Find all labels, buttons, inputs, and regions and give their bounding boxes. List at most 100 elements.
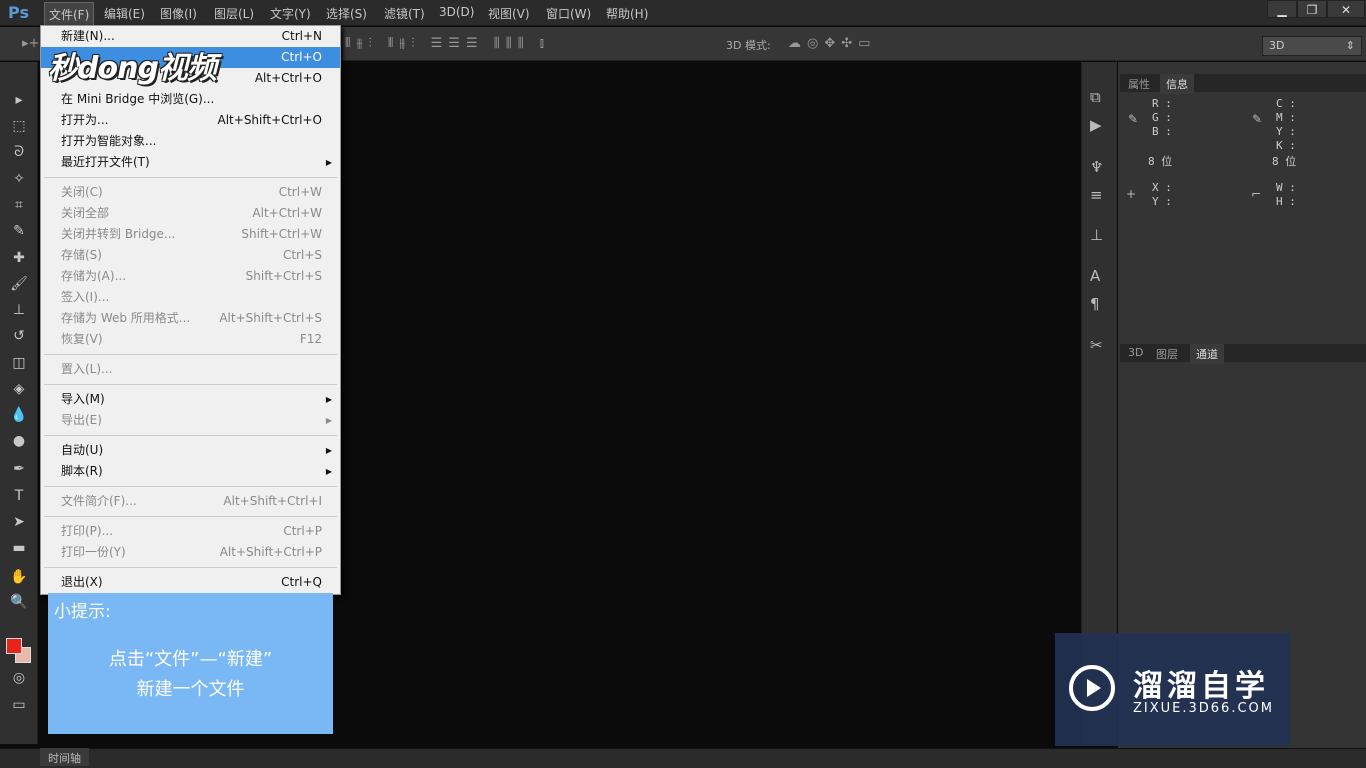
tip-line1: 点击“文件”—“新建”: [108, 649, 273, 670]
menu-item-label: 打印(P)...: [61, 524, 114, 538]
marquee-tool-icon[interactable]: ⬚: [9, 118, 29, 134]
info-tabbar: 属性 信息: [1120, 74, 1366, 94]
menu-item-shortcut: Ctrl+O: [281, 50, 322, 64]
file-menu-item[interactable]: 打印一份(Y) Alt+Shift+Ctrl+P: [41, 542, 340, 563]
menu-10[interactable]: 帮助(H): [602, 5, 652, 22]
blur-tool-icon[interactable]: 💧: [9, 407, 29, 423]
file-menu-item[interactable]: 文件简介(F)... Alt+Shift+Ctrl+I: [41, 491, 340, 512]
file-menu-item[interactable]: 打印(P)... Ctrl+P: [41, 521, 340, 542]
tab-info[interactable]: 信息: [1160, 74, 1194, 94]
timeline-tab[interactable]: 时间轴: [40, 748, 89, 766]
menu-separator: [41, 563, 340, 572]
menu-item-label: 自动(U): [61, 443, 104, 457]
3d-mode-icons[interactable]: ☁◎✥✣▭: [788, 36, 876, 51]
character-icon[interactable]: A: [1090, 267, 1100, 285]
clone-source-icon[interactable]: ⊥: [1090, 226, 1103, 244]
rectangle-tool-icon[interactable]: ▬: [9, 540, 29, 556]
quick-mask-icon[interactable]: ◎: [9, 670, 29, 686]
file-menu-item[interactable]: 恢复(V) F12: [41, 329, 340, 350]
file-menu-item[interactable]: 在 Mini Bridge 中浏览(G)...: [41, 89, 340, 110]
info-m: M :: [1276, 111, 1296, 124]
menu-1[interactable]: 编辑(E): [100, 5, 149, 22]
file-menu-item[interactable]: 导出(E) ▶: [41, 410, 340, 431]
move-tool-icon[interactable]: ▸: [9, 92, 29, 108]
info-w: W :: [1276, 181, 1296, 194]
menu-item-label: 最近打开文件(T): [61, 155, 150, 169]
workspace-select[interactable]: 3D ⇕: [1262, 36, 1362, 56]
healing-brush-icon[interactable]: ✚: [9, 250, 29, 266]
menu-3[interactable]: 图层(L): [210, 5, 258, 22]
file-menu-item[interactable]: 关闭(C) Ctrl+W: [41, 182, 340, 203]
file-menu-item[interactable]: 关闭并转到 Bridge... Shift+Ctrl+W: [41, 224, 340, 245]
file-menu-item[interactable]: 置入(L)...: [41, 359, 340, 380]
file-menu-item[interactable]: 存储为(A)... Shift+Ctrl+S: [41, 266, 340, 287]
file-menu-item[interactable]: 打开为... Alt+Shift+Ctrl+O: [41, 110, 340, 131]
file-menu-item[interactable]: 导入(M) ▶: [41, 389, 340, 410]
eyedropper-tool-icon[interactable]: ✎: [9, 223, 29, 239]
move-tool-icon[interactable]: ▸+: [22, 36, 39, 51]
info-k: K :: [1276, 139, 1296, 152]
eraser-tool-icon[interactable]: ◫: [9, 355, 29, 371]
magic-wand-icon[interactable]: ✧: [9, 171, 29, 187]
actions-play-icon[interactable]: ▶: [1090, 116, 1102, 134]
tools-preset-icon[interactable]: ✂: [1090, 336, 1103, 354]
file-menu-item[interactable]: 存储为 Web 所用格式... Alt+Shift+Ctrl+S: [41, 308, 340, 329]
tab-channels[interactable]: 通道: [1190, 344, 1224, 364]
menu-9[interactable]: 窗口(W): [542, 5, 595, 22]
paragraph-icon[interactable]: ¶: [1090, 295, 1100, 313]
hand-tool-icon[interactable]: ✋: [9, 569, 29, 585]
file-menu-item[interactable]: 签入(I)...: [41, 287, 340, 308]
menu-0[interactable]: 文件(F): [44, 2, 95, 27]
file-menu-item[interactable]: 关闭全部 Alt+Ctrl+W: [41, 203, 340, 224]
bits-left: 8 位: [1148, 155, 1173, 168]
close-button[interactable]: ✕: [1327, 0, 1365, 18]
brush-presets-icon[interactable]: ≡: [1090, 186, 1103, 204]
file-menu-item[interactable]: 脚本(R) ▶: [41, 461, 340, 482]
dodge-tool-icon[interactable]: ●: [9, 433, 29, 449]
menu-4[interactable]: 文字(Y): [266, 5, 315, 22]
watermark-name: 溜溜自学: [1133, 669, 1269, 704]
watermark-url: ZIXUE.3D66.COM: [1133, 701, 1274, 716]
minimize-button[interactable]: ▁: [1267, 0, 1297, 18]
submenu-arrow-icon: ▶: [325, 158, 332, 167]
menu-7[interactable]: 3D(D): [435, 5, 478, 19]
restore-button[interactable]: ❐: [1297, 0, 1327, 18]
type-tool-icon[interactable]: T: [9, 488, 29, 504]
pen-tool-icon[interactable]: ✒: [9, 461, 29, 477]
file-menu-item[interactable]: 自动(U) ▶: [41, 440, 340, 461]
menu-item-label: 签入(I)...: [61, 290, 110, 304]
file-menu-item[interactable]: 存储(S) Ctrl+S: [41, 245, 340, 266]
file-menu-item[interactable]: 最近打开文件(T) ▶: [41, 152, 340, 173]
tab-3d[interactable]: 3D: [1122, 344, 1149, 361]
info-r: R :: [1152, 97, 1172, 110]
screen-mode-icon[interactable]: ▭: [9, 697, 29, 713]
menu-item-label: 新建(N)...: [61, 29, 115, 43]
bucket-tool-icon[interactable]: ◈: [9, 381, 29, 397]
info-b: B :: [1152, 125, 1172, 138]
tab-properties[interactable]: 属性: [1122, 74, 1156, 94]
lasso-tool-icon[interactable]: ᘐ: [9, 144, 29, 160]
menu-5[interactable]: 选择(S): [322, 5, 371, 22]
menu-item-shortcut: Shift+Ctrl+S: [245, 269, 322, 283]
file-menu-item[interactable]: 退出(X) Ctrl+Q: [41, 572, 340, 593]
menu-item-label: 文件简介(F)...: [61, 494, 137, 508]
menu-item-label: 存储为 Web 所用格式...: [61, 311, 191, 325]
history-brush-icon[interactable]: ↺: [9, 328, 29, 344]
file-menu-item[interactable]: 打开为智能对象...: [41, 131, 340, 152]
align-icons[interactable]: ⫴⫵⫶ ⫴⫵⫶ ☰☰☰ ⫼⫼⫼ ⫾: [345, 36, 550, 51]
foreground-color[interactable]: [6, 638, 22, 654]
menu-6[interactable]: 滤镜(T): [380, 5, 429, 22]
brushes-icon[interactable]: ♆: [1090, 158, 1103, 176]
zoom-tool-icon[interactable]: 🔍: [9, 594, 29, 610]
path-select-icon[interactable]: ➤: [9, 514, 29, 530]
menu-2[interactable]: 图像(I): [156, 5, 201, 22]
crop-tool-icon[interactable]: ⌗: [9, 197, 29, 213]
stamp-tool-icon[interactable]: ⊥: [9, 302, 29, 318]
bits-right: 8 位: [1272, 155, 1297, 168]
tab-layers[interactable]: 图层: [1150, 344, 1184, 364]
menu-8[interactable]: 视图(V): [484, 5, 534, 22]
brush-tool-icon[interactable]: 🖌: [9, 276, 29, 292]
menu-item-label: 打开为...: [61, 113, 109, 127]
file-menu: 新建(N)... Ctrl+N Ctrl+O Alt+Ctrl+O 在 Mini Bri…: [40, 25, 341, 595]
history-icon[interactable]: ⧉: [1090, 88, 1101, 106]
